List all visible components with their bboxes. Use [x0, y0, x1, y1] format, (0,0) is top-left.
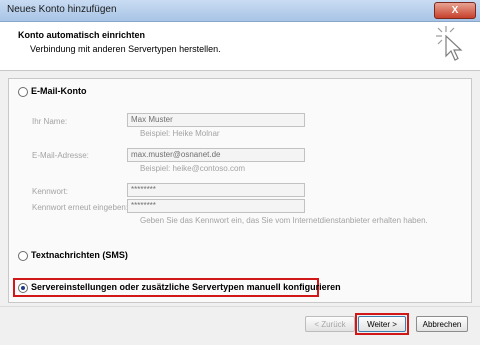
name-hint: Beispiel: Heike Molnar: [140, 129, 220, 138]
email-account-radio[interactable]: [18, 87, 28, 97]
sms-radio[interactable]: [18, 251, 28, 261]
email-field[interactable]: max.muster@osnanet.de: [127, 148, 305, 162]
email-account-label: E-Mail-Konto: [31, 86, 87, 96]
password-repeat-field[interactable]: ********: [127, 199, 305, 213]
title-bar: Neues Konto hinzufügen X: [0, 0, 480, 22]
wizard-header: Konto automatisch einrichten Verbindung …: [0, 22, 480, 71]
name-label: Ihr Name:: [32, 117, 68, 126]
cancel-button[interactable]: Abbrechen: [416, 316, 468, 332]
window-title: Neues Konto hinzufügen: [7, 4, 117, 15]
password-repeat-label: Kennwort erneut eingeben:: [32, 203, 129, 212]
sms-label: Textnachrichten (SMS): [31, 250, 128, 260]
footer-divider: [0, 306, 480, 307]
name-field[interactable]: Max Muster: [127, 113, 305, 127]
password-field[interactable]: ********: [127, 183, 305, 197]
manual-config-label[interactable]: Servereinstellungen oder zusätzliche Ser…: [31, 282, 341, 292]
email-label: E-Mail-Adresse:: [32, 151, 89, 160]
password-label: Kennwort:: [32, 187, 69, 196]
password-hint: Geben Sie das Kennwort ein, das Sie vom …: [140, 216, 428, 225]
next-button[interactable]: Weiter >: [358, 316, 406, 332]
header-title: Konto automatisch einrichten: [18, 30, 146, 40]
cursor-sparkle-icon: [436, 26, 463, 61]
manual-config-radio[interactable]: [18, 283, 28, 293]
content-panel: E-Mail-Konto Ihr Name: Max Muster Beispi…: [8, 78, 472, 303]
header-subtitle: Verbindung mit anderen Servertypen herst…: [30, 44, 221, 54]
email-hint: Beispiel: heike@contoso.com: [140, 164, 246, 173]
close-button[interactable]: X: [434, 2, 476, 19]
back-button[interactable]: < Zurück: [305, 316, 355, 332]
